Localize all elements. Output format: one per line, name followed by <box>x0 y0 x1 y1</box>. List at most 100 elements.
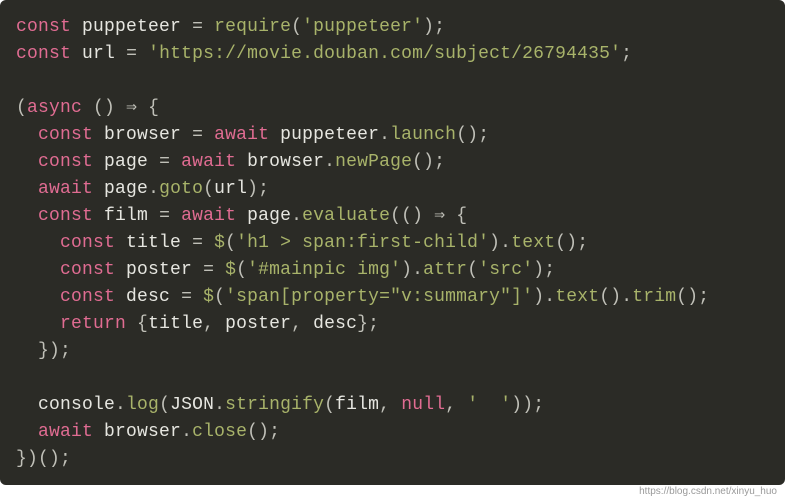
ident: url <box>214 179 247 199</box>
ident: title <box>148 314 203 334</box>
ident: film <box>335 395 379 415</box>
string: 'span[property="v:summary"]' <box>225 287 533 307</box>
ident-console: console <box>38 395 115 415</box>
code-line: const puppeteer = require('puppeteer'); <box>16 17 445 37</box>
punct: })(); <box>16 449 71 469</box>
ident: page <box>247 206 291 226</box>
fn-newPage: newPage <box>335 152 412 172</box>
fn-goto: goto <box>159 179 203 199</box>
punct: = <box>159 206 181 226</box>
ident-browser: browser <box>104 125 181 145</box>
keyword-null: null <box>401 395 445 415</box>
ident: desc <box>313 314 357 334</box>
punct: ( <box>225 233 236 253</box>
punct: ( <box>16 98 27 118</box>
fn-dollar: $ <box>214 233 225 253</box>
punct: = <box>192 233 214 253</box>
code-line: const page = await browser.newPage(); <box>16 152 445 172</box>
keyword-const: const <box>16 17 71 37</box>
punct: }; <box>357 314 379 334</box>
fn-attr: attr <box>423 260 467 280</box>
punct: (); <box>247 422 280 442</box>
code-line: const desc = $('span[property="v:summary… <box>16 287 709 307</box>
punct: () <box>93 98 126 118</box>
punct: (); <box>456 125 489 145</box>
code-line: })(); <box>16 449 71 469</box>
punct: ( <box>214 287 225 307</box>
ident: browser <box>247 152 324 172</box>
ident: poster <box>225 314 291 334</box>
keyword-const: const <box>16 44 71 64</box>
arrow-icon: ⇒ <box>434 206 445 226</box>
code-line: const film = await page.evaluate(() ⇒ { <box>16 206 467 226</box>
punct: (); <box>555 233 588 253</box>
string: 'https://movie.douban.com/subject/267944… <box>148 44 621 64</box>
string: ' ' <box>467 395 511 415</box>
fn-text: text <box>555 287 599 307</box>
string: 'puppeteer' <box>302 17 423 37</box>
punct: . <box>291 206 302 226</box>
punct: (). <box>599 287 632 307</box>
punct: , <box>379 395 401 415</box>
punct: ; <box>621 44 632 64</box>
ident-url: url <box>82 44 115 64</box>
punct: = <box>192 17 214 37</box>
punct: ). <box>489 233 511 253</box>
code-line: console.log(JSON.stringify(film, null, '… <box>16 395 544 415</box>
punct: ( <box>291 17 302 37</box>
punct: ). <box>401 260 423 280</box>
fn-stringify: stringify <box>225 395 324 415</box>
punct: . <box>324 152 335 172</box>
ident-page: page <box>104 152 148 172</box>
punct: ( <box>203 179 214 199</box>
code-line: const poster = $('#mainpic img').attr('s… <box>16 260 555 280</box>
punct: { <box>137 98 159 118</box>
fn-dollar: $ <box>203 287 214 307</box>
source-watermark: https://blog.csdn.net/xinyu_huo <box>639 486 777 497</box>
fn-text: text <box>511 233 555 253</box>
arrow-icon: ⇒ <box>126 98 137 118</box>
punct: . <box>214 395 225 415</box>
code-line: const url = 'https://movie.douban.com/su… <box>16 44 632 64</box>
keyword-return: return <box>60 314 126 334</box>
punct: (() <box>390 206 434 226</box>
keyword-const: const <box>60 287 115 307</box>
ident: page <box>104 179 148 199</box>
punct: { <box>445 206 467 226</box>
punct: . <box>379 125 390 145</box>
keyword-await: await <box>38 179 93 199</box>
punct: ( <box>236 260 247 280</box>
punct: )); <box>511 395 544 415</box>
punct: , <box>445 395 467 415</box>
keyword-const: const <box>38 125 93 145</box>
punct: ); <box>533 260 555 280</box>
code-line: }); <box>16 341 71 361</box>
punct: . <box>148 179 159 199</box>
punct: ( <box>159 395 170 415</box>
ident-title: title <box>126 233 181 253</box>
keyword-await: await <box>38 422 93 442</box>
ident-JSON: JSON <box>170 395 214 415</box>
ident: browser <box>104 422 181 442</box>
ident-poster: poster <box>126 260 192 280</box>
punct: (); <box>412 152 445 172</box>
keyword-await: await <box>181 152 236 172</box>
punct: , <box>203 314 225 334</box>
code-line: (async () ⇒ { <box>16 98 159 118</box>
code-line: return {title, poster, desc}; <box>16 314 379 334</box>
punct: , <box>291 314 313 334</box>
punct: { <box>137 314 148 334</box>
fn-trim: trim <box>632 287 676 307</box>
punct: ( <box>467 260 478 280</box>
fn-log: log <box>126 395 159 415</box>
fn-close: close <box>192 422 247 442</box>
string: '#mainpic img' <box>247 260 401 280</box>
keyword-const: const <box>38 152 93 172</box>
punct: = <box>159 152 181 172</box>
punct: ); <box>247 179 269 199</box>
string: 'src' <box>478 260 533 280</box>
code-line: const browser = await puppeteer.launch()… <box>16 125 489 145</box>
keyword-const: const <box>60 260 115 280</box>
fn-evaluate: evaluate <box>302 206 390 226</box>
ident-film: film <box>104 206 148 226</box>
